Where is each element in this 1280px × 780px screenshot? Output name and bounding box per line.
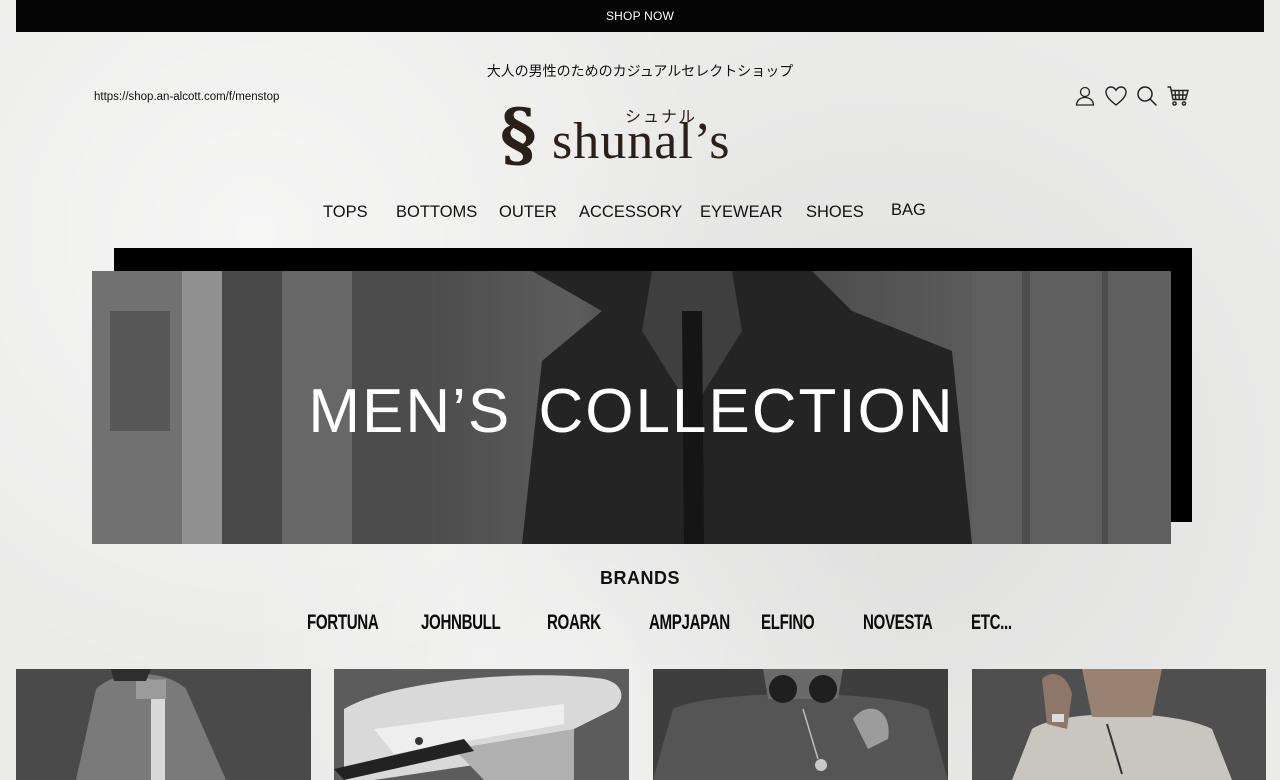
- page-url: https://shop.an-alcott.com/f/menstop: [94, 91, 280, 103]
- product-photo: [16, 669, 311, 780]
- nav-item-shoes[interactable]: SHOES: [806, 203, 864, 222]
- brand-roark[interactable]: ROARK: [547, 611, 601, 635]
- nav-item-bottoms[interactable]: BOTTOMS: [396, 203, 477, 222]
- category-nav: TOPS BOTTOMS OUTER ACCESSORY EYEWEAR SHO…: [0, 201, 1280, 225]
- brands-heading: BRANDS: [599, 568, 680, 588]
- product-photo: [334, 669, 629, 780]
- nav-item-accessory[interactable]: ACCESSORY: [579, 203, 682, 222]
- user-icon[interactable]: [1073, 84, 1097, 108]
- product-tile-denim-jacket[interactable]: [16, 669, 311, 780]
- product-photo: [972, 669, 1266, 780]
- nav-item-eyewear[interactable]: EYEWEAR: [700, 203, 783, 222]
- shop-now-label: SHOP NOW: [605, 9, 675, 23]
- search-icon[interactable]: [1135, 84, 1159, 108]
- header-icons: [1073, 84, 1190, 108]
- heart-icon[interactable]: [1104, 84, 1128, 108]
- hero-banner[interactable]: MEN’S COLLECTION: [92, 271, 1171, 544]
- nav-item-bag[interactable]: BAG: [891, 201, 926, 220]
- product-tile-denim-shirt[interactable]: [653, 669, 948, 780]
- store-tagline: 大人の男性のためのカジュアルセレクトショップ: [486, 64, 794, 80]
- product-tile-knit-sweater[interactable]: [972, 669, 1267, 780]
- brand-fortuna[interactable]: FORTUNA: [307, 611, 379, 635]
- nav-item-outer[interactable]: OUTER: [499, 203, 557, 222]
- product-tile-sneakers[interactable]: [334, 669, 629, 780]
- hero-title: MEN’S COLLECTION: [308, 377, 955, 446]
- store-logo[interactable]: § シュナル shunal’s: [500, 100, 790, 174]
- shop-now-bar[interactable]: SHOP NOW: [16, 0, 1264, 32]
- brand-etc[interactable]: ETC...: [971, 611, 1012, 635]
- brand-novesta[interactable]: NOVESTA: [863, 611, 933, 635]
- cart-icon[interactable]: [1166, 84, 1190, 108]
- brand-ampjapan[interactable]: AMPJAPAN: [649, 611, 730, 635]
- product-photo: [653, 669, 948, 780]
- brand-elfino[interactable]: ELFINO: [761, 611, 815, 635]
- nav-item-tops[interactable]: TOPS: [323, 203, 368, 222]
- logo-mark: §: [500, 93, 537, 176]
- brand-johnbull[interactable]: JOHNBULL: [421, 611, 501, 635]
- logo-wordmark: shunal’s: [552, 113, 731, 170]
